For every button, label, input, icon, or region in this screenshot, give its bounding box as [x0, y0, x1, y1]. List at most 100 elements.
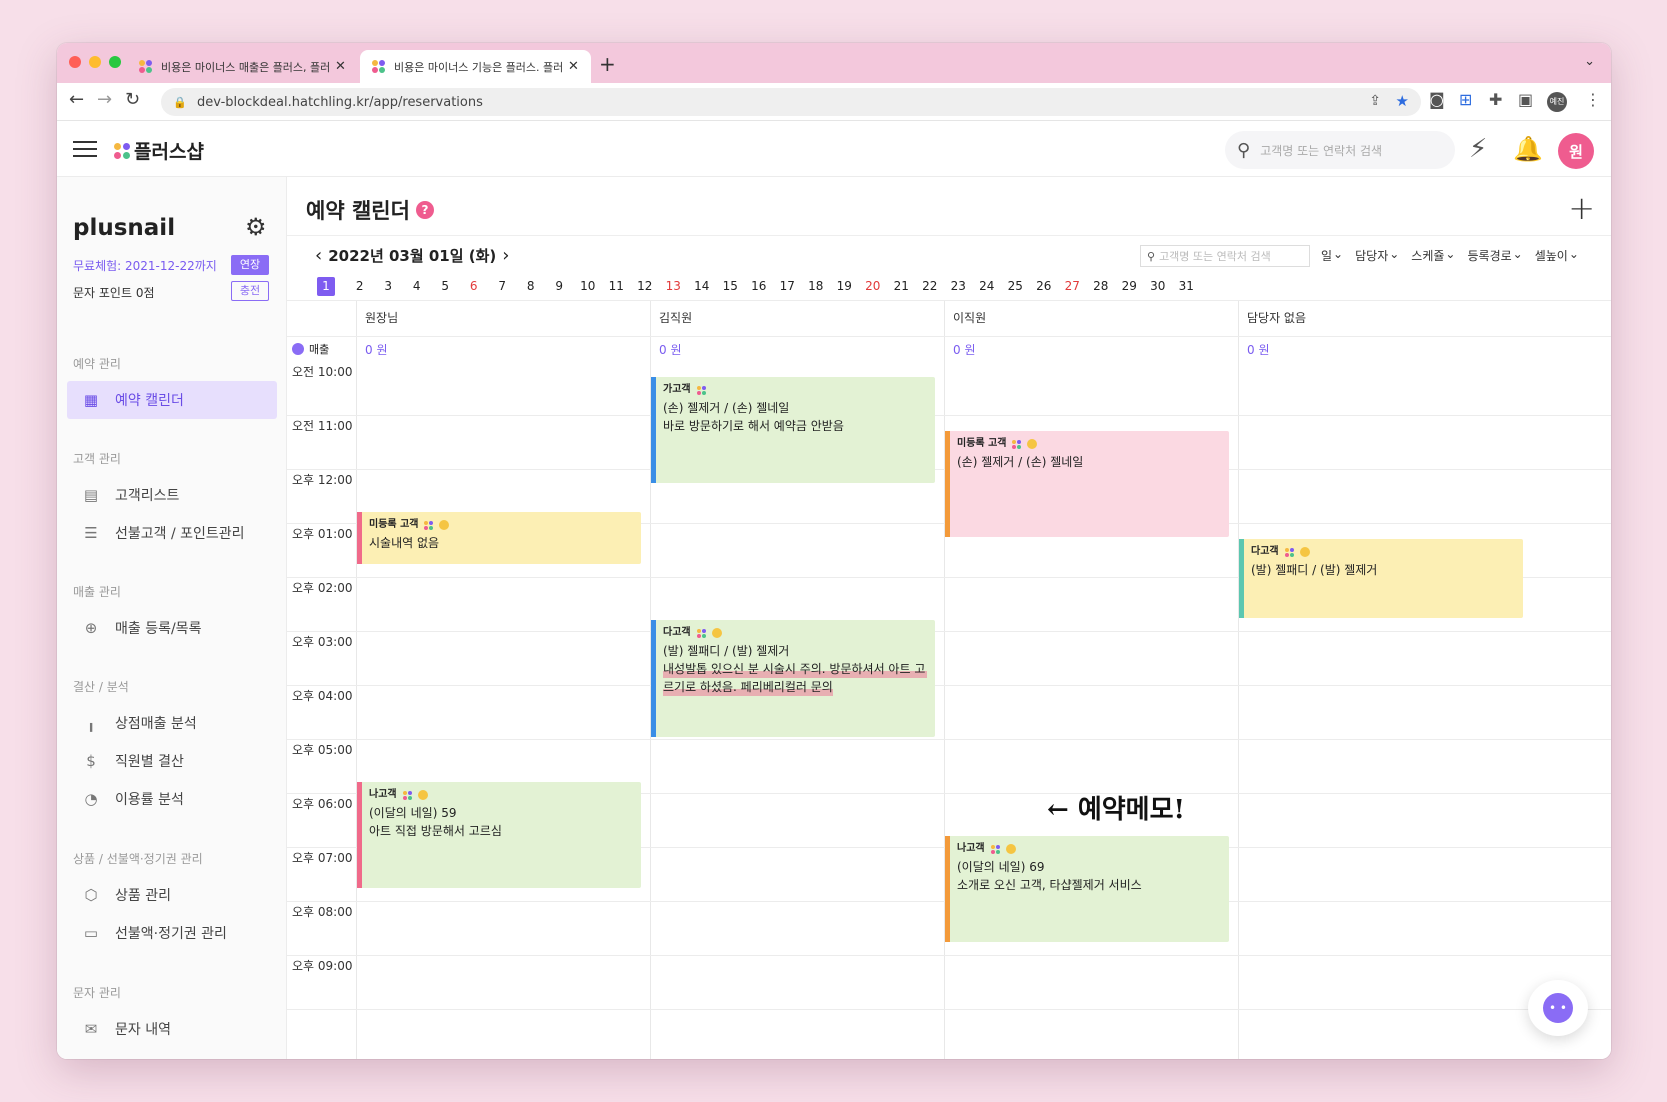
pie-chart-icon: ◔ — [84, 790, 98, 808]
event-customer: 나고객 — [957, 840, 1221, 858]
day-15[interactable]: 15 — [716, 277, 745, 296]
new-tab-icon[interactable]: + — [599, 52, 616, 76]
event-service: (발) 젤패디 / (발) 젤제거 — [663, 644, 790, 659]
filter-dropdown[interactable]: 등록경로 — [1467, 247, 1511, 264]
filter-dropdown[interactable]: 일 — [1321, 247, 1332, 264]
day-13[interactable]: 13 — [659, 277, 688, 296]
day-5[interactable]: 5 — [431, 277, 460, 296]
day-25[interactable]: 25 — [1001, 277, 1030, 296]
filter-dropdown[interactable]: 담당자 — [1355, 247, 1388, 264]
sidebar-item-reservation-calendar[interactable]: ▦ 예약 캘린더 — [67, 381, 277, 419]
reservation-event[interactable]: 나고객 (이달의 네일) 59 아트 직접 방문해서 고르심 — [357, 782, 641, 889]
calendar-search-input[interactable]: ⚲ 고객명 또는 연락처 검색 — [1140, 245, 1310, 267]
day-26[interactable]: 26 — [1030, 277, 1059, 296]
chat-button[interactable]: • • — [1528, 980, 1588, 1036]
day-23[interactable]: 23 — [944, 277, 973, 296]
sidepanel-icon[interactable]: ▣ — [1518, 90, 1533, 109]
maximize-window-icon[interactable] — [109, 56, 121, 68]
day-18[interactable]: 18 — [802, 277, 831, 296]
sidebar-item-sales-register[interactable]: ⊕ 매출 등록/목록 — [67, 609, 277, 647]
close-tab-icon[interactable]: ✕ — [568, 59, 579, 74]
chevron-down-icon[interactable]: ⌄ — [1584, 54, 1595, 69]
staff-column-header[interactable]: 원장님 — [356, 301, 650, 336]
day-9[interactable]: 9 — [545, 277, 574, 296]
reservation-event[interactable]: 다고객 (발) 젤패디 / (발) 젤제거 내성발톱 있으신 분 시술시 주의. 방… — [651, 620, 935, 737]
sidebar-item-label: 이용률 분석 — [115, 792, 184, 808]
reservation-event[interactable]: 미등록 고객 (손) 젤제거 / (손) 젤네일 — [945, 431, 1229, 538]
translate-icon[interactable]: ⊞ — [1459, 90, 1472, 109]
day-10[interactable]: 10 — [574, 277, 603, 296]
filter-dropdown[interactable]: 셀높이 — [1535, 247, 1568, 264]
staff-column-header[interactable]: 김직원 — [650, 301, 944, 336]
day-22[interactable]: 22 — [916, 277, 945, 296]
close-window-icon[interactable] — [69, 56, 81, 68]
day-24[interactable]: 24 — [973, 277, 1002, 296]
close-tab-icon[interactable]: ✕ — [335, 59, 346, 74]
browser-tab-2[interactable]: 비용은 마이너스 기능은 플러스. 플러스샵 ✕ — [360, 50, 591, 83]
sidebar-item-staff-settlement[interactable]: $ 직원별 결산 — [67, 742, 277, 780]
reservation-event[interactable]: 나고객 (이달의 네일) 69 소개로 오신 고객, 타샵젤제거 서비스 — [945, 836, 1229, 943]
day-12[interactable]: 12 — [631, 277, 660, 296]
day-8[interactable]: 8 — [517, 277, 546, 296]
day-17[interactable]: 17 — [773, 277, 802, 296]
day-20[interactable]: 20 — [859, 277, 888, 296]
reservation-event[interactable]: 다고객 (발) 젤패디 / (발) 젤제거 — [1239, 539, 1523, 619]
user-avatar[interactable]: 원 — [1558, 133, 1594, 169]
sidebar-item-products[interactable]: ⬡ 상품 관리 — [67, 876, 277, 914]
day-19[interactable]: 19 — [830, 277, 859, 296]
day-14[interactable]: 14 — [688, 277, 717, 296]
global-search-input[interactable]: ⚲ 고객명 또는 연락처 검색 — [1225, 131, 1455, 169]
reload-icon[interactable]: ↻ — [125, 89, 140, 110]
bell-icon[interactable]: 🔔 — [1513, 135, 1543, 163]
day-2[interactable]: 2 — [346, 277, 375, 296]
gear-icon[interactable]: ⚙ — [245, 213, 267, 241]
staff-column-header[interactable]: 담당자 없음 — [1238, 301, 1532, 336]
day-7[interactable]: 7 — [488, 277, 517, 296]
staff-column-header[interactable]: 이직원 — [944, 301, 1238, 336]
extensions-puzzle-icon[interactable]: ✚ — [1489, 90, 1502, 109]
chevron-down-icon: ⌄ — [1568, 247, 1579, 261]
chevron-right-icon[interactable]: › — [502, 245, 509, 266]
browser-tab-1[interactable]: 비용은 마이너스 매출은 플러스, 플러스샵 ✕ — [127, 50, 358, 83]
share-icon[interactable]: ⇪ — [1369, 93, 1381, 109]
reservation-event[interactable]: 가고객 (손) 젤제거 / (손) 젤네일 바로 방문하기로 해서 예약금 안받음 — [651, 377, 935, 484]
sidebar-item-sms-history[interactable]: ✉ 문자 내역 — [67, 1010, 277, 1048]
logo[interactable]: 플러스샵 — [114, 137, 204, 164]
day-6[interactable]: 6 — [460, 277, 489, 296]
back-icon[interactable]: ← — [69, 89, 84, 110]
extend-button[interactable]: 연장 — [231, 255, 269, 275]
forward-icon[interactable]: → — [97, 89, 112, 110]
sidebar-item-customer-list[interactable]: ▤ 고객리스트 — [67, 476, 277, 514]
current-date[interactable]: 2022년 03월 01일 (화) — [328, 245, 496, 266]
day-11[interactable]: 11 — [602, 277, 631, 296]
hamburger-menu-icon[interactable] — [73, 141, 97, 159]
bookmark-star-icon[interactable]: ★ — [1396, 92, 1409, 110]
filter-dropdown[interactable]: 스케쥴 — [1411, 247, 1444, 264]
day-28[interactable]: 28 — [1087, 277, 1116, 296]
sidebar-item-prepaid[interactable]: ☰ 선불고객 / 포인트관리 — [67, 514, 277, 552]
charge-button[interactable]: 충전 — [231, 281, 269, 301]
chevron-left-icon[interactable]: ‹ — [315, 245, 322, 266]
day-4[interactable]: 4 — [403, 277, 432, 296]
day-1[interactable]: 1 — [317, 277, 335, 296]
sidebar-item-usage-analysis[interactable]: ◔ 이용률 분석 — [67, 780, 277, 818]
sidebar-item-prepaid-pass[interactable]: ▭ 선불액·정기권 관리 — [67, 914, 277, 952]
day-21[interactable]: 21 — [887, 277, 916, 296]
reservation-event[interactable]: 미등록 고객 시술내역 없음 — [357, 512, 641, 565]
address-bar[interactable]: 🔒 dev-blockdeal.hatchling.kr/app/reserva… — [161, 88, 1421, 116]
add-reservation-icon[interactable]: + — [1568, 189, 1595, 227]
day-16[interactable]: 16 — [745, 277, 774, 296]
day-27[interactable]: 27 — [1058, 277, 1087, 296]
day-29[interactable]: 29 — [1115, 277, 1144, 296]
day-31[interactable]: 31 — [1172, 277, 1201, 296]
day-3[interactable]: 3 — [374, 277, 403, 296]
minimize-window-icon[interactable] — [89, 56, 101, 68]
profile-avatar[interactable]: 예진 — [1547, 92, 1567, 112]
lightning-icon[interactable]: ⚡ — [1469, 134, 1487, 164]
day-30[interactable]: 30 — [1144, 277, 1173, 296]
kebab-menu-icon[interactable]: ⋮ — [1585, 90, 1601, 109]
camera-icon[interactable]: ◙ — [1429, 90, 1445, 109]
help-icon[interactable]: ? — [415, 201, 434, 219]
dollar-icon: $ — [86, 752, 96, 770]
sidebar-item-store-sales[interactable]: ╻ 상점매출 분석 — [67, 704, 277, 742]
